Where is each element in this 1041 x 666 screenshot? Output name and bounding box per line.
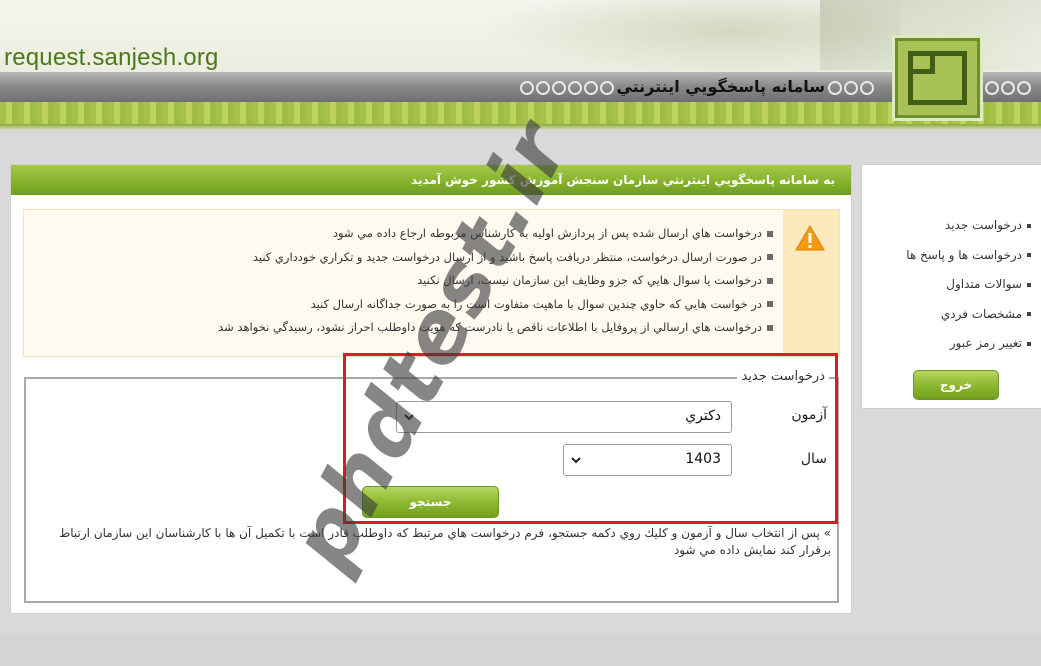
warning-icon bbox=[795, 225, 825, 251]
notice-text: درخواست هاي ارسالي از پروفايل با اطلاعات… bbox=[218, 320, 762, 334]
notice-item: درخواست هاي ارسالي از پروفايل با اطلاعات… bbox=[83, 316, 773, 340]
welcome-title: به سامانه پاسخگويي اينترنتي سازمان سنجش … bbox=[11, 165, 851, 195]
bullet-icon bbox=[1027, 253, 1031, 257]
notice-box: درخواست هاي ارسال شده پس از پردازش اوليه… bbox=[23, 209, 840, 357]
site-header: request.sanjesh.org سامانه پاسخگويي اينت… bbox=[0, 0, 1041, 130]
notice-text: در خواست هايي كه حاوي چندين سوال با ماهي… bbox=[310, 296, 762, 311]
header-green-band-edge bbox=[0, 124, 1041, 130]
sidebar-top-band bbox=[862, 165, 1041, 195]
bullet-icon bbox=[767, 324, 773, 331]
search-hint: » پس از انتخاب سال و آزمون و كليك روي دك… bbox=[59, 526, 831, 557]
logout-button[interactable]: خروج bbox=[913, 370, 999, 400]
notice-icon-strip bbox=[783, 210, 839, 356]
sidebar-item-label: تغيير رمز عبور bbox=[949, 336, 1022, 350]
bullet-icon bbox=[1027, 341, 1031, 346]
notice-list: درخواست هاي ارسال شده پس از پردازش اوليه… bbox=[83, 222, 773, 340]
logo-emblem-knot bbox=[910, 52, 935, 74]
notice-item: در صورت ارسال درخواست، منتظر دريافت پاسخ… bbox=[83, 246, 773, 270]
notice-item: در خواست هايي كه حاوي چندين سوال با ماهي… bbox=[83, 293, 773, 317]
header-ornament-left bbox=[520, 76, 614, 102]
sidebar-item-faq[interactable]: سوالات متداول bbox=[906, 273, 1031, 303]
notice-item: درخواست يا سوال هايي كه جزو وظايف اين سا… bbox=[83, 269, 773, 293]
header-ornament-right bbox=[985, 76, 1031, 102]
sidebar-item-requests-answers[interactable]: درخواست ها و پاسخ ها bbox=[906, 244, 1031, 274]
sidebar-item-label: درخواست ها و پاسخ ها bbox=[906, 247, 1022, 262]
header-green-band bbox=[0, 102, 1041, 124]
bullet-icon bbox=[1027, 282, 1031, 287]
sidebar-item-change-password[interactable]: تغيير رمز عبور bbox=[906, 332, 1031, 362]
site-url: request.sanjesh.org bbox=[4, 44, 219, 71]
sidebar-item-label: مشخصات فردي bbox=[940, 306, 1022, 321]
sidebar-item-profile[interactable]: مشخصات فردي bbox=[906, 303, 1031, 333]
page-footer-band bbox=[0, 636, 1041, 666]
notice-text: درخواست يا سوال هايي كه جزو وظايف اين سا… bbox=[417, 273, 762, 287]
bullet-icon bbox=[767, 277, 773, 284]
bullet-icon bbox=[767, 254, 773, 260]
sidebar-item-label: سوالات متداول bbox=[946, 277, 1022, 291]
system-title: سامانه پاسخگويي اينترنتي bbox=[616, 77, 825, 96]
sidebar: درخواست جديد درخواست ها و پاسخ ها سوالات… bbox=[861, 164, 1041, 409]
sidebar-item-label: درخواست جديد bbox=[944, 218, 1022, 232]
notice-item: درخواست هاي ارسال شده پس از پردازش اوليه… bbox=[83, 222, 773, 246]
header-ornament-mid bbox=[828, 76, 874, 102]
highlight-box bbox=[343, 353, 838, 524]
bullet-icon bbox=[1027, 312, 1031, 316]
sidebar-item-new-request[interactable]: درخواست جديد bbox=[906, 214, 1031, 244]
bullet-icon bbox=[1027, 223, 1031, 228]
notice-text: درخواست هاي ارسال شده پس از پردازش اوليه… bbox=[332, 226, 762, 240]
bullet-icon bbox=[767, 301, 773, 307]
sidebar-menu: درخواست جديد درخواست ها و پاسخ ها سوالات… bbox=[906, 214, 1031, 362]
bullet-icon bbox=[767, 230, 773, 237]
notice-text: در صورت ارسال درخواست، منتظر دريافت پاسخ… bbox=[252, 249, 762, 264]
logo-emblem[interactable] bbox=[895, 38, 980, 118]
